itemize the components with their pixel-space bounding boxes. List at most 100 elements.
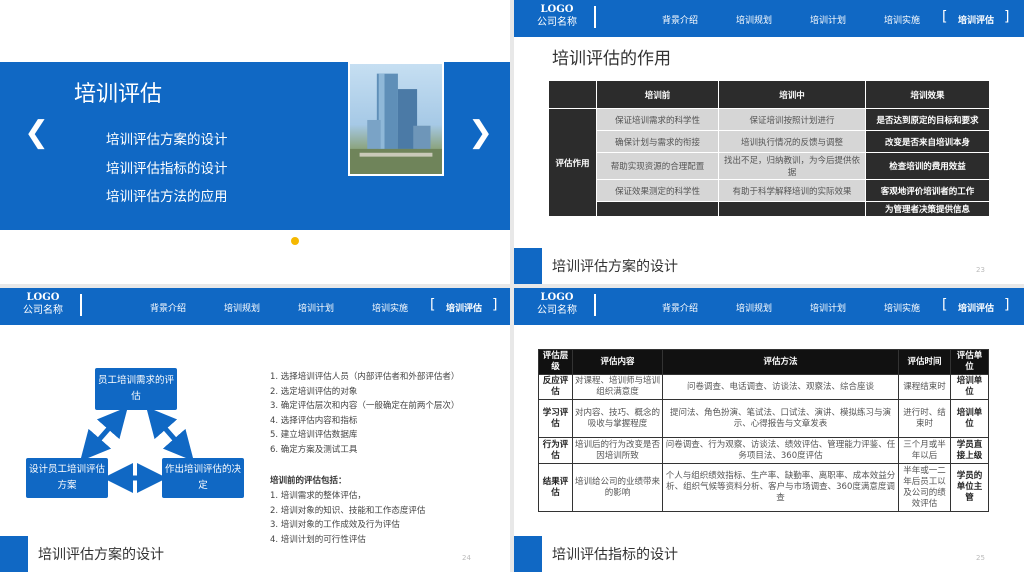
topic-item: 培训评估指标的设计 xyxy=(106,160,228,177)
table-cell: 学员的单位主管 xyxy=(950,463,989,512)
nav-item-background[interactable]: 背景介绍 xyxy=(662,301,698,314)
building-photo xyxy=(348,62,444,176)
table-cell: 是否达到原定的目标和要求 xyxy=(865,108,990,131)
nav-item-background[interactable]: 背景介绍 xyxy=(150,301,186,314)
evaluation-role-table: 培训前 培训中 培训效果 评估作用 保证培训需求的科学性 保证培训按照计划进行 … xyxy=(548,80,990,217)
table-cell: 培训单位 xyxy=(950,399,989,438)
bracket-right: ] xyxy=(492,297,498,313)
table-cell: 培训给公司的业绩带来的影响 xyxy=(572,463,663,512)
section-heading: 培训前的评估包括： xyxy=(270,476,347,486)
table-cell: 保证培训按照计划进行 xyxy=(718,108,866,131)
table-cell: 改变是否来自培训本身 xyxy=(865,130,990,153)
table-cell: 问卷调查、电话调查、访谈法、观察法、综合座谈 xyxy=(662,374,899,400)
header-bar: LOGO 公司名称 背景介绍 培训规划 培训计划 培训实施 [ 培训评估 ] xyxy=(514,0,1024,37)
table-header: 评估层级 xyxy=(538,349,573,375)
box-label: 设计员工培训评估方案 xyxy=(28,464,105,491)
table-header: 评估单位 xyxy=(950,349,989,375)
slide-2[interactable]: LOGO 公司名称 背景介绍 培训规划 培训计划 培训实施 [ 培训评估 ] 培… xyxy=(514,0,1024,284)
table-corner xyxy=(548,80,597,109)
page-number: 23 xyxy=(976,266,985,274)
table-cell: 找出不足，归纳教训，为今后提供依据 xyxy=(718,152,866,180)
table-cell: 学习评估 xyxy=(538,399,573,438)
process-box-design-plan: 设计员工培训评估方案 xyxy=(26,458,108,498)
company-name: 公司名称 xyxy=(537,17,577,28)
pre-evaluation-list: 1. 培训需求的整体评估， 2. 培训对象的知识、技能和工作态度评估 3. 培训… xyxy=(270,489,425,547)
logo-text: LOGO xyxy=(26,292,60,303)
nav-item-plan[interactable]: 培训计划 xyxy=(810,13,846,26)
steps-list: 1. 选择培训评估人员（内部评估者和外部评估者） 2. 选定培训评估的对象 3.… xyxy=(270,370,459,458)
nav-item-implementation[interactable]: 培训实施 xyxy=(884,301,920,314)
table-cell: 问卷调查、行为观察、访谈法、绩效评估、管理能力评鉴、任务项目法、360度评估 xyxy=(662,437,899,464)
chevron-left-icon[interactable]: ❮ xyxy=(24,118,49,148)
nav-item-plan[interactable]: 培训计划 xyxy=(298,301,334,314)
slide-1[interactable]: 培训评估 培训评估方案的设计 培训评估指标的设计 培训评估方法的应用 ❮ ❯ xyxy=(0,0,510,284)
table-cell: 培训单位 xyxy=(950,374,989,400)
footer-marker xyxy=(0,536,28,572)
chevron-right-icon[interactable]: ❯ xyxy=(468,118,493,148)
row-group-label: 评估作用 xyxy=(548,108,597,217)
list-item: 3. 确定评估层次和内容（一般确定在前两个层次） xyxy=(270,401,460,412)
logo-text: LOGO xyxy=(540,4,574,15)
table-header: 培训前 xyxy=(596,80,719,109)
table-cell: 反应评估 xyxy=(538,374,573,400)
nav-item-implementation[interactable]: 培训实施 xyxy=(372,301,408,314)
divider xyxy=(594,294,596,316)
topic-list: 培训评估方案的设计 培训评估指标的设计 培训评估方法的应用 xyxy=(106,126,228,212)
table-cell: 培训执行情况的反馈与调整 xyxy=(718,130,866,153)
table-cell: 对内容、技巧、概念的吸收与掌握程度 xyxy=(572,399,663,438)
evaluation-index-table: 评估层级 评估内容 评估方法 评估时间 评估单位 反应评估 对课程、培训师与培训… xyxy=(538,349,989,512)
nav-item-implementation[interactable]: 培训实施 xyxy=(884,13,920,26)
footer-title: 培训评估方案的设计 xyxy=(552,259,678,275)
divider xyxy=(80,294,82,316)
divider xyxy=(594,6,596,28)
list-item: 4. 选择评估内容和指标 xyxy=(270,415,358,426)
nav-item-plan[interactable]: 培训计划 xyxy=(810,301,846,314)
page-number: 25 xyxy=(976,554,985,562)
table-cell: 提问法、角色扮演、笔试法、口试法、演讲、模拟练习与演示、心得报告与文章发表 xyxy=(662,399,899,438)
table-cell: 检查培训的费用效益 xyxy=(865,152,990,180)
list-item: 6. 确定方案及测试工具 xyxy=(270,444,358,455)
table-cell-empty xyxy=(718,201,866,217)
table-cell: 结果评估 xyxy=(538,463,573,512)
logo: LOGO 公司名称 xyxy=(522,292,592,318)
slide-3[interactable]: LOGO 公司名称 背景介绍 培训规划 培训计划 培训实施 [ 培训评估 ] 员… xyxy=(0,288,510,572)
table-cell: 帮助实现资源的合理配置 xyxy=(596,152,719,180)
footer-marker xyxy=(514,248,542,284)
logo: LOGO 公司名称 xyxy=(522,4,592,30)
table-cell: 确保计划与需求的衔接 xyxy=(596,130,719,153)
list-item: 5. 建立培训评估数据库 xyxy=(270,430,358,441)
nav-item-planning[interactable]: 培训规划 xyxy=(736,13,772,26)
nav-item-evaluation[interactable]: 培训评估 xyxy=(958,301,994,314)
table-header: 评估时间 xyxy=(898,349,951,375)
table-cell: 课程结束时 xyxy=(898,374,951,400)
table-cell: 三个月或半年以后 xyxy=(898,437,951,464)
table-cell: 对课程、培训师与培训组织满意度 xyxy=(572,374,663,400)
logo-text: LOGO xyxy=(540,292,574,303)
box-label: 员工培训需求的评估 xyxy=(97,375,174,402)
header-bar: LOGO 公司名称 背景介绍 培训规划 培训计划 培训实施 [ 培训评估 ] xyxy=(514,288,1024,325)
table-cell: 培训后的行为改变是否因培训所致 xyxy=(572,437,663,464)
table-cell: 保证效果测定的科学性 xyxy=(596,179,719,202)
table-cell: 为管理者决策提供信息 xyxy=(865,201,990,217)
company-name: 公司名称 xyxy=(537,305,577,316)
list-item: 2. 培训对象的知识、技能和工作态度评估 xyxy=(270,505,426,516)
nav-item-planning[interactable]: 培训规划 xyxy=(736,301,772,314)
slide-4[interactable]: LOGO 公司名称 背景介绍 培训规划 培训计划 培训实施 [ 培训评估 ] 评… xyxy=(514,288,1024,572)
box-label: 作出培训评估的决定 xyxy=(164,464,241,491)
process-box-needs-assessment: 员工培训需求的评估 xyxy=(95,368,177,410)
list-item: 1. 培训需求的整体评估， xyxy=(270,491,366,501)
footer-title: 培训评估方案的设计 xyxy=(38,547,164,563)
nav-item-planning[interactable]: 培训规划 xyxy=(224,301,260,314)
nav-item-evaluation[interactable]: 培训评估 xyxy=(446,301,482,314)
table-cell: 有助于科学解释培训的实际效果 xyxy=(718,179,866,202)
table-cell: 行为评估 xyxy=(538,437,573,464)
slide-indicator-dot[interactable] xyxy=(291,237,299,245)
nav-item-background[interactable]: 背景介绍 xyxy=(662,13,698,26)
table-header: 评估方法 xyxy=(662,349,899,375)
footer-marker xyxy=(514,536,542,572)
list-item: 4. 培训计划的可行性评估 xyxy=(270,534,366,545)
table-cell: 进行时、结束时 xyxy=(898,399,951,438)
nav-item-evaluation[interactable]: 培训评估 xyxy=(958,13,994,26)
list-item: 3. 培训对象的工作成效及行为评估 xyxy=(270,520,400,531)
page-number: 24 xyxy=(462,554,471,562)
